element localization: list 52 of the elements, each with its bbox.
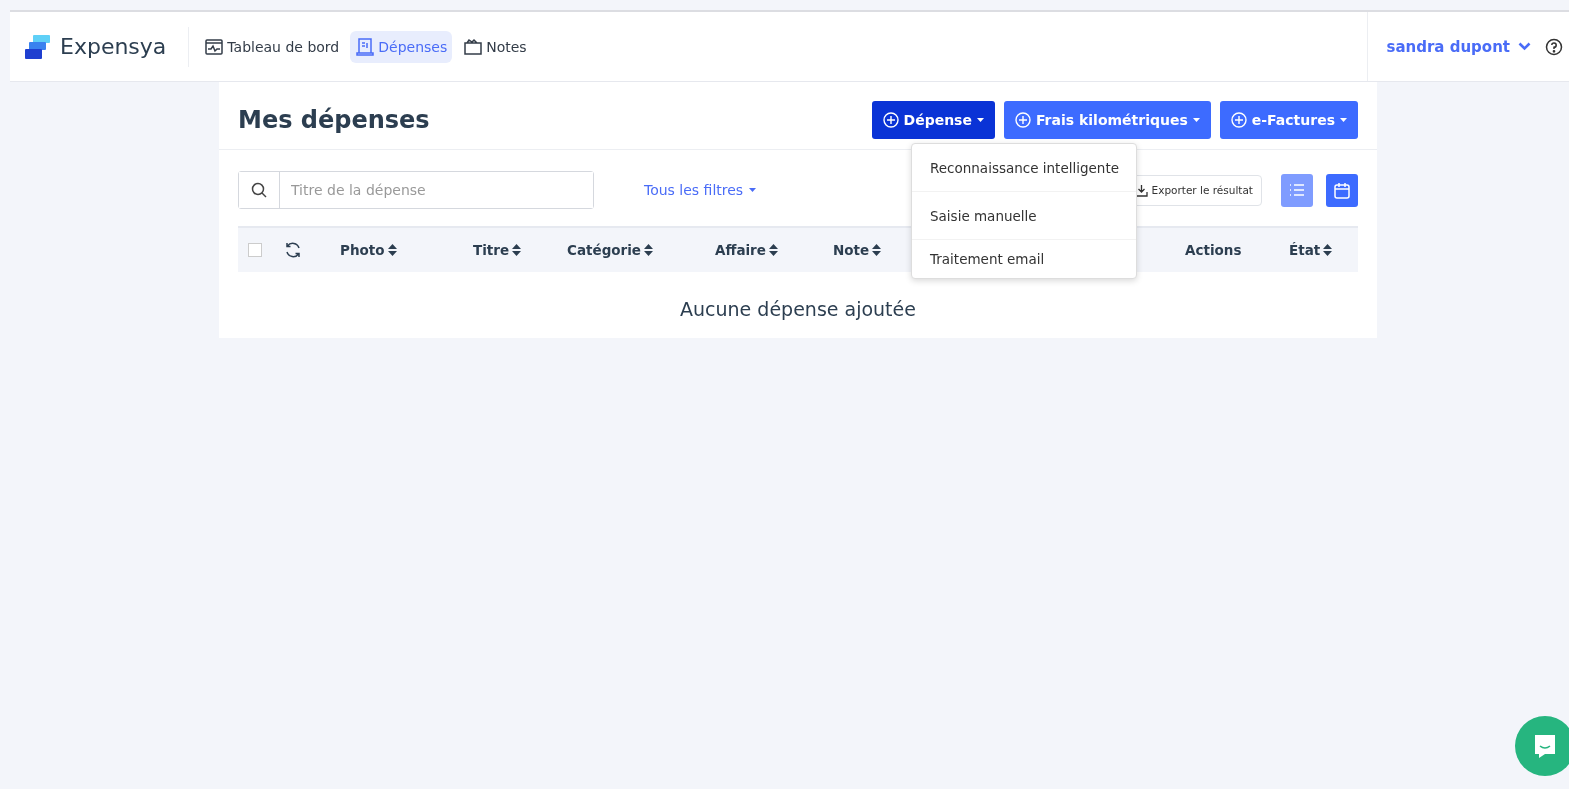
caret-icon <box>1340 117 1347 122</box>
add-button[interactable]: Dépense <box>871 100 995 139</box>
calendar-icon <box>1334 181 1350 199</box>
caret-icon <box>749 188 757 192</box>
search-field[interactable]: Titre de la dépense <box>238 171 594 209</box>
caret-icon <box>976 117 984 122</box>
refresh-icon[interactable] <box>284 241 302 259</box>
sort-icon[interactable] <box>768 244 778 256</box>
list-view-button[interactable] <box>1281 173 1313 207</box>
download-icon <box>1134 183 1148 197</box>
receipt-icon <box>355 36 376 57</box>
search-button[interactable] <box>239 172 280 208</box>
nav-item[interactable]: Tableau de bord <box>199 30 345 63</box>
add-button[interactable]: e-Factures <box>1219 100 1358 139</box>
column-header[interactable]: Photo <box>340 242 397 258</box>
column-header[interactable]: Catégorie <box>567 242 653 258</box>
plus-circle-icon <box>882 111 899 128</box>
column-header: Actions <box>1185 242 1242 258</box>
logo-icon <box>24 32 52 61</box>
caret-icon <box>1192 117 1200 122</box>
help-icon[interactable] <box>1545 37 1563 56</box>
folder-icon <box>463 36 484 57</box>
column-header[interactable]: Titre <box>473 242 522 258</box>
plus-circle-icon <box>1014 111 1031 128</box>
plus-circle-icon <box>1230 111 1247 128</box>
nav-item[interactable]: Dépenses <box>350 30 453 63</box>
add-button[interactable]: Frais kilométriques <box>1003 100 1211 139</box>
filters-dropdown[interactable]: Tous les filtres <box>638 181 763 199</box>
menu-item[interactable]: Reconnaissance intelligente <box>912 144 1136 192</box>
column-header[interactable]: Note <box>833 242 882 258</box>
sort-icon[interactable] <box>872 244 882 256</box>
checkbox[interactable] <box>248 243 262 257</box>
sort-icon[interactable] <box>644 244 653 256</box>
calendar-view-button[interactable] <box>1326 173 1358 207</box>
sort-icon[interactable] <box>387 244 397 256</box>
chevron-down-icon <box>1518 42 1531 51</box>
list-icon <box>1289 183 1305 197</box>
search-icon <box>251 182 267 198</box>
column-header[interactable]: Affaire <box>715 242 778 258</box>
chat-icon <box>1533 733 1557 759</box>
sort-icon[interactable] <box>1323 244 1333 256</box>
chart-window-icon <box>204 36 225 57</box>
menu-item[interactable]: Saisie manuelle <box>912 192 1136 240</box>
sort-icon[interactable] <box>512 244 522 256</box>
menu-item[interactable]: Traitement email <box>912 240 1136 278</box>
brand-name: Expensya <box>60 34 167 59</box>
user-menu[interactable]: sandra dupont <box>1386 37 1531 56</box>
column-header[interactable]: État <box>1289 242 1333 258</box>
page-title: Mes dépenses <box>238 105 430 134</box>
nav-item[interactable]: Notes <box>458 30 532 63</box>
chat-button[interactable] <box>1515 716 1569 776</box>
empty-message: Aucune dépense ajoutée <box>679 298 917 320</box>
